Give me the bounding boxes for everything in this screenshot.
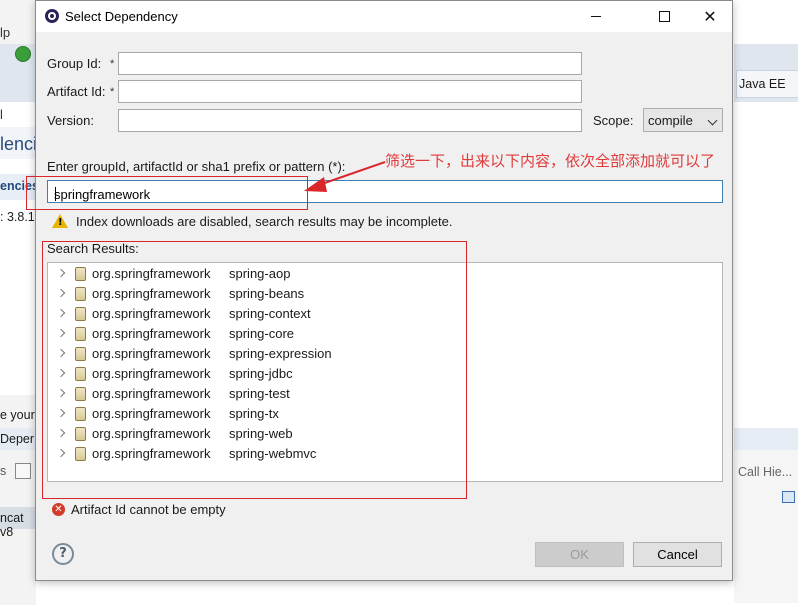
dialog-titlebar: Select Dependency ✕ <box>36 1 732 32</box>
artifact-id-field[interactable] <box>118 80 582 103</box>
annotation-arrow-icon <box>304 161 386 192</box>
group-id-input[interactable] <box>119 53 581 74</box>
panel-icon <box>15 463 31 479</box>
ide-left-lower-panel <box>0 395 36 605</box>
version-fragment: : 3.8.1 <box>0 210 35 224</box>
editor-tab[interactable]: l <box>0 103 36 128</box>
version-label: Version: <box>47 113 94 128</box>
ide-menu-help-fragment: lp <box>0 25 11 40</box>
call-hierarchy-tab[interactable]: Call Hie... <box>738 465 792 479</box>
tomcat-label: ncat v8 <box>0 511 24 539</box>
run-server-icon[interactable] <box>15 46 31 62</box>
tomcat-server-entry[interactable]: ncat v8 <box>0 507 36 539</box>
ide-right-lower-panel <box>734 428 798 603</box>
warning-text: Index downloads are disabled, search res… <box>76 214 453 229</box>
scope-label: Scope: <box>593 113 634 128</box>
app-icon <box>45 9 59 23</box>
annotation-results-highlight <box>42 241 467 499</box>
help-icon[interactable]: ? <box>52 543 74 565</box>
warning-icon: ! <box>52 214 68 228</box>
scope-value: compile <box>648 113 693 128</box>
artifact-id-required-mark: * <box>110 86 115 98</box>
collapse-icon[interactable] <box>782 491 795 503</box>
group-id-label: Group Id: <box>47 56 102 71</box>
minimize-icon[interactable] <box>573 1 619 32</box>
artifact-id-input[interactable] <box>119 81 581 102</box>
dialog-title: Select Dependency <box>65 9 178 24</box>
s-fragment: s <box>0 464 7 478</box>
cancel-button[interactable]: Cancel <box>633 542 722 567</box>
perspective-java-ee[interactable]: Java EE <box>736 70 798 98</box>
annotation-note: 筛选一下，出来以下内容，依次全部添加就可以了 <box>385 153 716 170</box>
scope-select[interactable]: compile <box>643 108 723 132</box>
group-id-required-mark: * <box>110 58 115 70</box>
leave-fragment: e your <box>0 408 35 422</box>
error-icon: ✕ <box>52 503 65 516</box>
editor-heading-fragment: lenci <box>0 134 38 154</box>
version-field[interactable] <box>118 109 582 132</box>
ide-right-band <box>734 428 798 450</box>
dependency-tab-label: Deper <box>0 432 35 446</box>
error-message: Artifact Id cannot be empty <box>71 502 226 517</box>
artifact-id-label: Artifact Id: <box>47 84 106 99</box>
maximize-icon[interactable] <box>641 1 687 32</box>
ok-button[interactable]: OK <box>535 542 624 567</box>
dependency-tab[interactable]: Deper <box>0 428 36 450</box>
perspective-label: Java EE <box>739 77 786 91</box>
close-icon[interactable]: ✕ <box>687 1 733 32</box>
annotation-search-highlight <box>26 176 308 210</box>
version-input[interactable] <box>119 110 581 131</box>
editor-tab-label: l <box>0 107 3 122</box>
dropdown-chevron-icon <box>707 115 718 126</box>
group-id-field[interactable] <box>118 52 582 75</box>
